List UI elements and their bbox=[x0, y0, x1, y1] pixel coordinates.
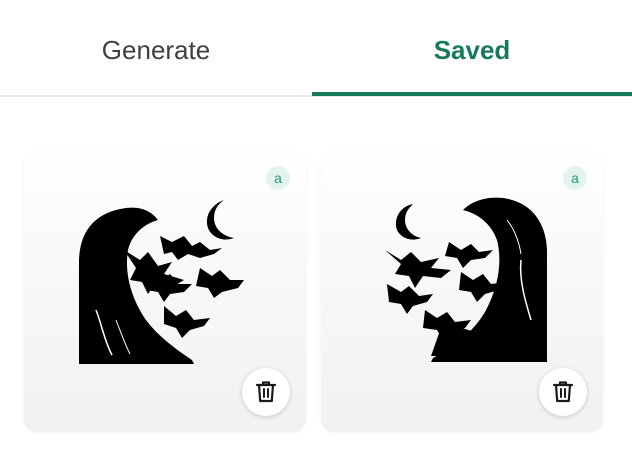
saved-design-card[interactable]: a bbox=[24, 150, 306, 432]
tab-saved[interactable]: Saved bbox=[312, 0, 632, 99]
active-tab-indicator bbox=[312, 92, 632, 96]
trash-icon bbox=[255, 381, 277, 403]
ai-generated-icon: a bbox=[266, 166, 290, 190]
trash-icon bbox=[552, 381, 574, 403]
tab-bar: Generate Saved bbox=[0, 0, 632, 97]
tab-generate[interactable]: Generate bbox=[0, 0, 312, 99]
ai-generated-icon: a bbox=[563, 166, 587, 190]
saved-design-card[interactable]: a bbox=[321, 150, 603, 432]
delete-button[interactable] bbox=[242, 368, 290, 416]
delete-button[interactable] bbox=[539, 368, 587, 416]
